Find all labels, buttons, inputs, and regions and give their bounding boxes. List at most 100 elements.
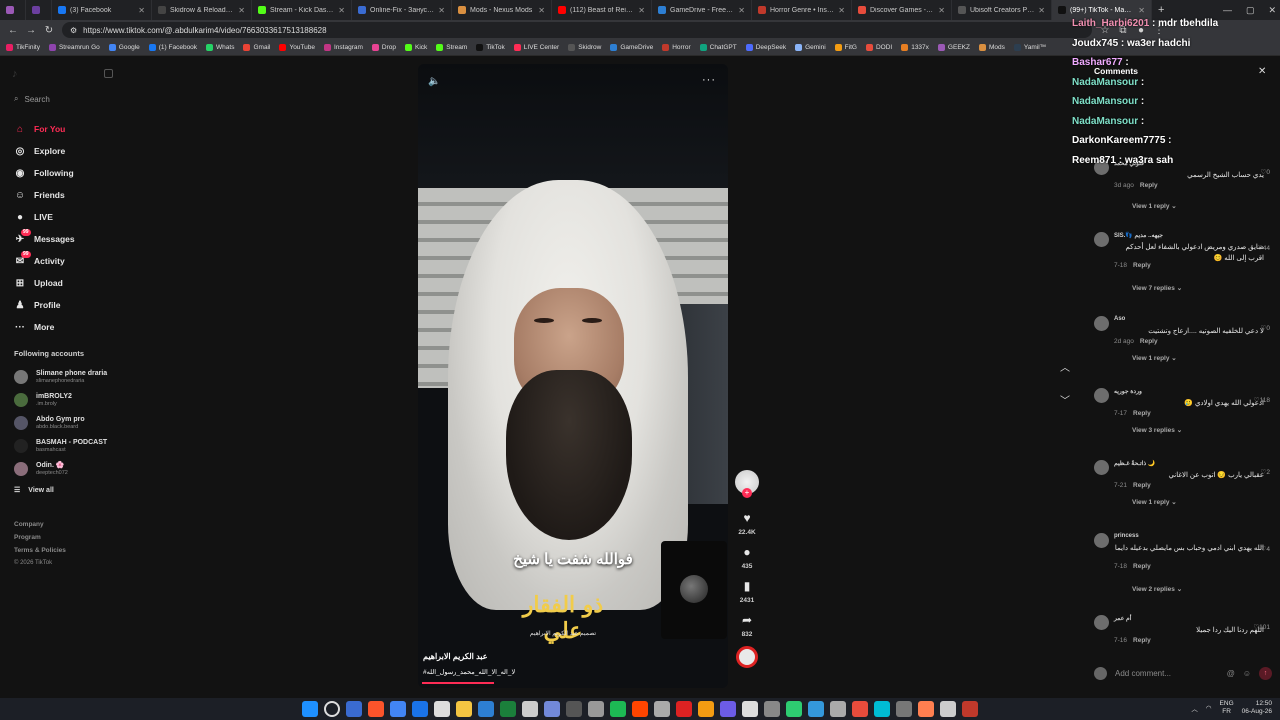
browser-tab[interactable]: Horror Genre • Install Guide✕: [752, 0, 852, 20]
bookmark-item[interactable]: GameDrive: [610, 44, 653, 51]
forward-icon[interactable]: →: [26, 25, 36, 36]
tab-close-icon[interactable]: ✕: [438, 6, 445, 15]
comment-like-button[interactable]: ♡101: [1253, 623, 1270, 631]
taskbar-search-icon[interactable]: [324, 701, 340, 717]
taskbar-app-icon[interactable]: [940, 701, 956, 717]
taskbar-app-icon[interactable]: [874, 701, 890, 717]
browser-tab[interactable]: [26, 0, 52, 20]
taskbar-app-icon[interactable]: [742, 701, 758, 717]
taskbar-app-icon[interactable]: [566, 701, 582, 717]
view-replies-button[interactable]: View 2 replies ⌄: [1132, 585, 1182, 593]
share-arrow-icon[interactable]: ➦: [737, 610, 757, 630]
nav-item-explore[interactable]: ◎ Explore: [14, 140, 214, 162]
wifi-icon[interactable]: ◠: [1206, 704, 1212, 712]
back-icon[interactable]: ←: [8, 25, 18, 36]
taskbar-app-icon[interactable]: [962, 701, 978, 717]
taskbar-app-icon[interactable]: [390, 701, 406, 717]
commenter-avatar[interactable]: [1094, 615, 1109, 630]
footer-terms-link[interactable]: Terms & Policies: [14, 544, 66, 557]
following-account[interactable]: imBROLY2 .im.broly: [14, 388, 214, 411]
save-action[interactable]: ▮ 2431: [734, 576, 760, 604]
next-video-icon[interactable]: ﹀: [1060, 385, 1070, 418]
commenter-name[interactable]: SIS.👣 جيهه.. مديم: [1114, 232, 1163, 239]
commenter-name[interactable]: princess: [1114, 533, 1139, 539]
taskbar-app-icon[interactable]: [478, 701, 494, 717]
taskbar-app-icon[interactable]: [632, 701, 648, 717]
taskbar-app-icon[interactable]: [720, 701, 736, 717]
language-indicator[interactable]: ENG FR: [1220, 700, 1234, 716]
browser-tab[interactable]: GameDrive - Free Download ✕: [652, 0, 752, 20]
view-replies-button[interactable]: View 1 reply ⌄: [1132, 202, 1177, 210]
system-clock[interactable]: 12:50 06-Aug-26: [1242, 700, 1272, 716]
browser-tab[interactable]: Online-Fix - Занусk игр по сети ✕: [352, 0, 452, 20]
volume-icon[interactable]: 🔈: [428, 76, 440, 87]
collapse-sidebar-icon[interactable]: [104, 69, 113, 78]
browser-tab[interactable]: Mods - Nexus Mods ✕: [452, 0, 552, 20]
reply-button[interactable]: Reply: [1133, 637, 1151, 644]
bookmark-item[interactable]: FitG: [834, 44, 857, 51]
tab-close-icon[interactable]: ✕: [138, 6, 145, 15]
bookmark-item[interactable]: Stream: [436, 44, 467, 51]
commenter-name[interactable]: أم عمر: [1114, 615, 1131, 622]
following-account[interactable]: Abdo Gym pro abdo.black.beard: [14, 411, 214, 434]
commenter-avatar[interactable]: [1094, 533, 1109, 548]
nav-item-profile[interactable]: ♟ Profile: [14, 294, 214, 316]
tab-close-icon[interactable]: ✕: [238, 6, 245, 15]
taskbar-app-icon[interactable]: [412, 701, 428, 717]
video-more-options-icon[interactable]: ···: [702, 74, 716, 86]
bookmark-item[interactable]: DODI: [865, 44, 892, 51]
following-account[interactable]: Odin. 🌸 deeptech072: [14, 457, 214, 480]
view-replies-button[interactable]: View 3 replies ⌄: [1132, 426, 1182, 434]
taskbar-app-icon[interactable]: [368, 701, 384, 717]
taskbar-app-icon[interactable]: [588, 701, 604, 717]
url-bar[interactable]: ⚙ https://www.tiktok.com/@.abdulkarim4/v…: [62, 22, 1092, 38]
bookmark-item[interactable]: Skidrow: [568, 44, 601, 51]
follow-plus-icon[interactable]: +: [742, 488, 752, 498]
nav-item-following[interactable]: ◉ Following: [14, 162, 214, 184]
reply-button[interactable]: Reply: [1140, 338, 1158, 345]
bookmark-item[interactable]: TikFinity: [6, 44, 40, 51]
tray-chevron-icon[interactable]: ︿: [1191, 703, 1198, 713]
bookmark-item[interactable]: YouTube: [279, 44, 315, 51]
add-comment-input[interactable]: Add comment...: [1115, 669, 1219, 678]
tiktok-logo[interactable]: ♪: [12, 68, 18, 80]
bookmark-item[interactable]: Gemini: [795, 44, 826, 51]
commenter-avatar[interactable]: [1094, 388, 1109, 403]
commenter-avatar[interactable]: [1094, 316, 1109, 331]
bookmark-item[interactable]: TikTok: [476, 44, 505, 51]
comment-like-button[interactable]: ♡118: [1254, 396, 1270, 404]
browser-tab[interactable]: (3) Facebook ✕: [52, 0, 152, 20]
send-comment-icon[interactable]: ↑: [1259, 666, 1272, 680]
view-replies-button[interactable]: View 7 replies ⌄: [1132, 284, 1182, 292]
bookmark-item[interactable]: Google: [108, 44, 140, 51]
tab-close-icon[interactable]: ✕: [638, 6, 645, 15]
nav-item-live[interactable]: ● LIVE: [14, 206, 214, 228]
nav-item-for-you[interactable]: ⌂ For You: [14, 118, 214, 140]
commenter-avatar[interactable]: [1094, 232, 1109, 247]
commenter-name[interactable]: Aso: [1114, 316, 1125, 322]
browser-tab[interactable]: [0, 0, 26, 20]
heart-icon[interactable]: ♥: [737, 508, 757, 528]
taskbar-app-icon[interactable]: [698, 701, 714, 717]
bookmark-item[interactable]: Kick: [405, 44, 427, 51]
taskbar-app-icon[interactable]: [522, 701, 538, 717]
browser-tab[interactable]: Skidrow & Reloaded Games ✕: [152, 0, 252, 20]
bookmark-item[interactable]: (1) Facebook: [148, 44, 197, 51]
taskbar-app-icon[interactable]: [918, 701, 934, 717]
bookmark-item[interactable]: Yamil™: [1013, 44, 1046, 51]
reply-button[interactable]: Reply: [1133, 482, 1151, 489]
taskbar-app-icon[interactable]: [346, 701, 362, 717]
nav-item-messages[interactable]: ✈ 99 Messages: [14, 228, 214, 250]
browser-tab[interactable]: Stream - Kick Dashboard✕: [252, 0, 352, 20]
bookmark-item[interactable]: Horror: [662, 44, 691, 51]
commenter-avatar[interactable]: [1094, 460, 1109, 475]
taskbar-app-icon[interactable]: [764, 701, 780, 717]
taskbar-app-icon[interactable]: [456, 701, 472, 717]
previous-video-icon[interactable]: ︿: [1060, 352, 1070, 385]
view-replies-button[interactable]: View 1 reply ⌄: [1132, 354, 1177, 362]
comment-like-button[interactable]: ♡2: [1261, 468, 1270, 476]
bookmark-item[interactable]: LIVE Center: [513, 44, 559, 51]
video-progress-bar[interactable]: [422, 682, 495, 684]
bookmark-item[interactable]: Whats: [206, 44, 234, 51]
view-replies-button[interactable]: View 1 reply ⌄: [1132, 498, 1177, 506]
